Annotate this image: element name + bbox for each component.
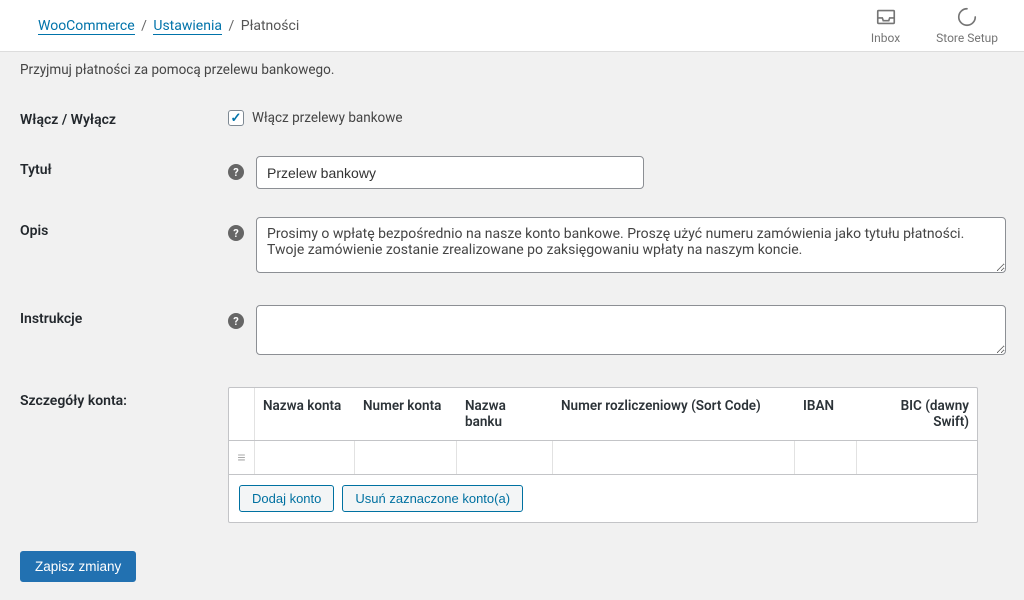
store-setup-label: Store Setup xyxy=(936,31,998,45)
row-accounts: Szczegóły konta: Nazwa konta Numer konta… xyxy=(18,387,1006,523)
col-iban: IBAN xyxy=(795,388,857,440)
breadcrumb: WooCommerce / Ustawienia / Płatności xyxy=(38,18,299,34)
col-account-number: Numer konta xyxy=(355,388,457,440)
row-description: Opis ? Prosimy o wpłatę bezpośrednio na … xyxy=(18,217,1006,277)
accounts-table-header: Nazwa konta Numer konta Nazwa banku Nume… xyxy=(229,388,977,441)
cell-account-name[interactable] xyxy=(255,441,355,474)
description-textarea[interactable]: Prosimy o wpłatę bezpośrednio na nasze k… xyxy=(256,217,1006,273)
help-icon[interactable]: ? xyxy=(228,313,244,329)
add-account-button[interactable]: Dodaj konto xyxy=(239,485,334,512)
label-enable: Włącz / Wyłącz xyxy=(20,106,228,128)
section-description: Przyjmuj płatności za pomocą przelewu ba… xyxy=(18,62,1006,78)
label-accounts: Szczegóły konta: xyxy=(20,387,228,409)
col-account-name: Nazwa konta xyxy=(255,388,355,440)
col-bic: BIC (dawny Swift) xyxy=(857,388,977,440)
remove-account-button[interactable]: Usuń zaznaczone konto(a) xyxy=(342,485,523,512)
title-input[interactable] xyxy=(256,156,644,189)
cell-iban[interactable] xyxy=(795,441,857,474)
inbox-icon xyxy=(875,6,897,28)
row-title: Tytuł ? xyxy=(18,156,1006,189)
inbox-button[interactable]: Inbox xyxy=(871,6,900,45)
spinner-icon xyxy=(956,6,978,28)
enable-checkbox[interactable] xyxy=(228,110,244,126)
col-handle xyxy=(229,388,255,440)
accounts-table-footer: Dodaj konto Usuń zaznaczone konto(a) xyxy=(229,475,977,522)
settings-form: Przyjmuj płatności za pomocą przelewu ba… xyxy=(0,52,1024,600)
enable-checkbox-label: Włącz przelewy bankowe xyxy=(252,110,403,126)
cell-bic[interactable] xyxy=(857,441,977,474)
breadcrumb-separator: / xyxy=(141,18,147,34)
inbox-label: Inbox xyxy=(871,31,900,45)
label-description: Opis xyxy=(20,217,228,239)
submit-row: Zapisz zmiany xyxy=(18,551,1006,582)
cell-bank-name[interactable] xyxy=(457,441,553,474)
breadcrumb-separator: / xyxy=(228,18,234,34)
save-button[interactable]: Zapisz zmiany xyxy=(20,551,136,582)
label-instructions: Instrukcje xyxy=(20,305,228,327)
page-header: WooCommerce / Ustawienia / Płatności Inb… xyxy=(0,0,1024,52)
col-sort-code: Numer rozliczeniowy (Sort Code) xyxy=(553,388,795,440)
row-enable: Włącz / Wyłącz Włącz przelewy bankowe xyxy=(18,106,1006,128)
cell-account-number[interactable] xyxy=(355,441,457,474)
cell-sort-code[interactable] xyxy=(553,441,795,474)
store-setup-button[interactable]: Store Setup xyxy=(936,6,998,45)
breadcrumb-current: Płatności xyxy=(241,18,300,34)
table-row[interactable]: ≡ xyxy=(229,441,977,475)
help-icon[interactable]: ? xyxy=(228,225,244,241)
row-instructions: Instrukcje ? xyxy=(18,305,1006,359)
col-bank-name: Nazwa banku xyxy=(457,388,553,440)
accounts-table: Nazwa konta Numer konta Nazwa banku Nume… xyxy=(228,387,978,523)
breadcrumb-woocommerce[interactable]: WooCommerce xyxy=(38,18,135,35)
instructions-textarea[interactable] xyxy=(256,305,1006,355)
help-icon[interactable]: ? xyxy=(228,164,244,180)
drag-handle-icon[interactable]: ≡ xyxy=(229,441,255,474)
label-title: Tytuł xyxy=(20,156,228,178)
header-actions: Inbox Store Setup xyxy=(871,6,998,45)
breadcrumb-settings[interactable]: Ustawienia xyxy=(153,18,222,35)
